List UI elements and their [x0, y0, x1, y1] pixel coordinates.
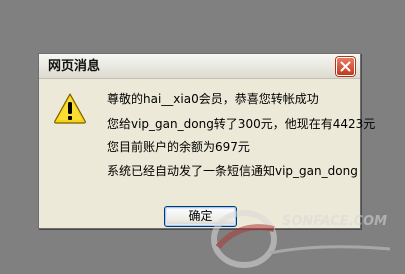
- warning-icon: [54, 93, 86, 124]
- message-line-1: 尊敬的hai__xia0会员，恭喜您转帐成功: [107, 92, 319, 106]
- dialog-titlebar[interactable]: 网页消息: [39, 54, 360, 79]
- close-button[interactable]: [336, 57, 355, 76]
- close-icon: [340, 61, 351, 72]
- message-line-4: 系统已经自动发了一条短信通知vip_gan_dong: [107, 164, 358, 178]
- logo-watermark: SONFACE.COM: [211, 210, 391, 268]
- watermark-text: SONFACE.COM: [282, 214, 387, 229]
- message-line-3: 您目前账户的余额为697元: [107, 140, 250, 154]
- dialog-title: 网页消息: [48, 59, 101, 74]
- message-line-2: 您给vip_gan_dong转了300元，他现在有4423元: [107, 117, 376, 131]
